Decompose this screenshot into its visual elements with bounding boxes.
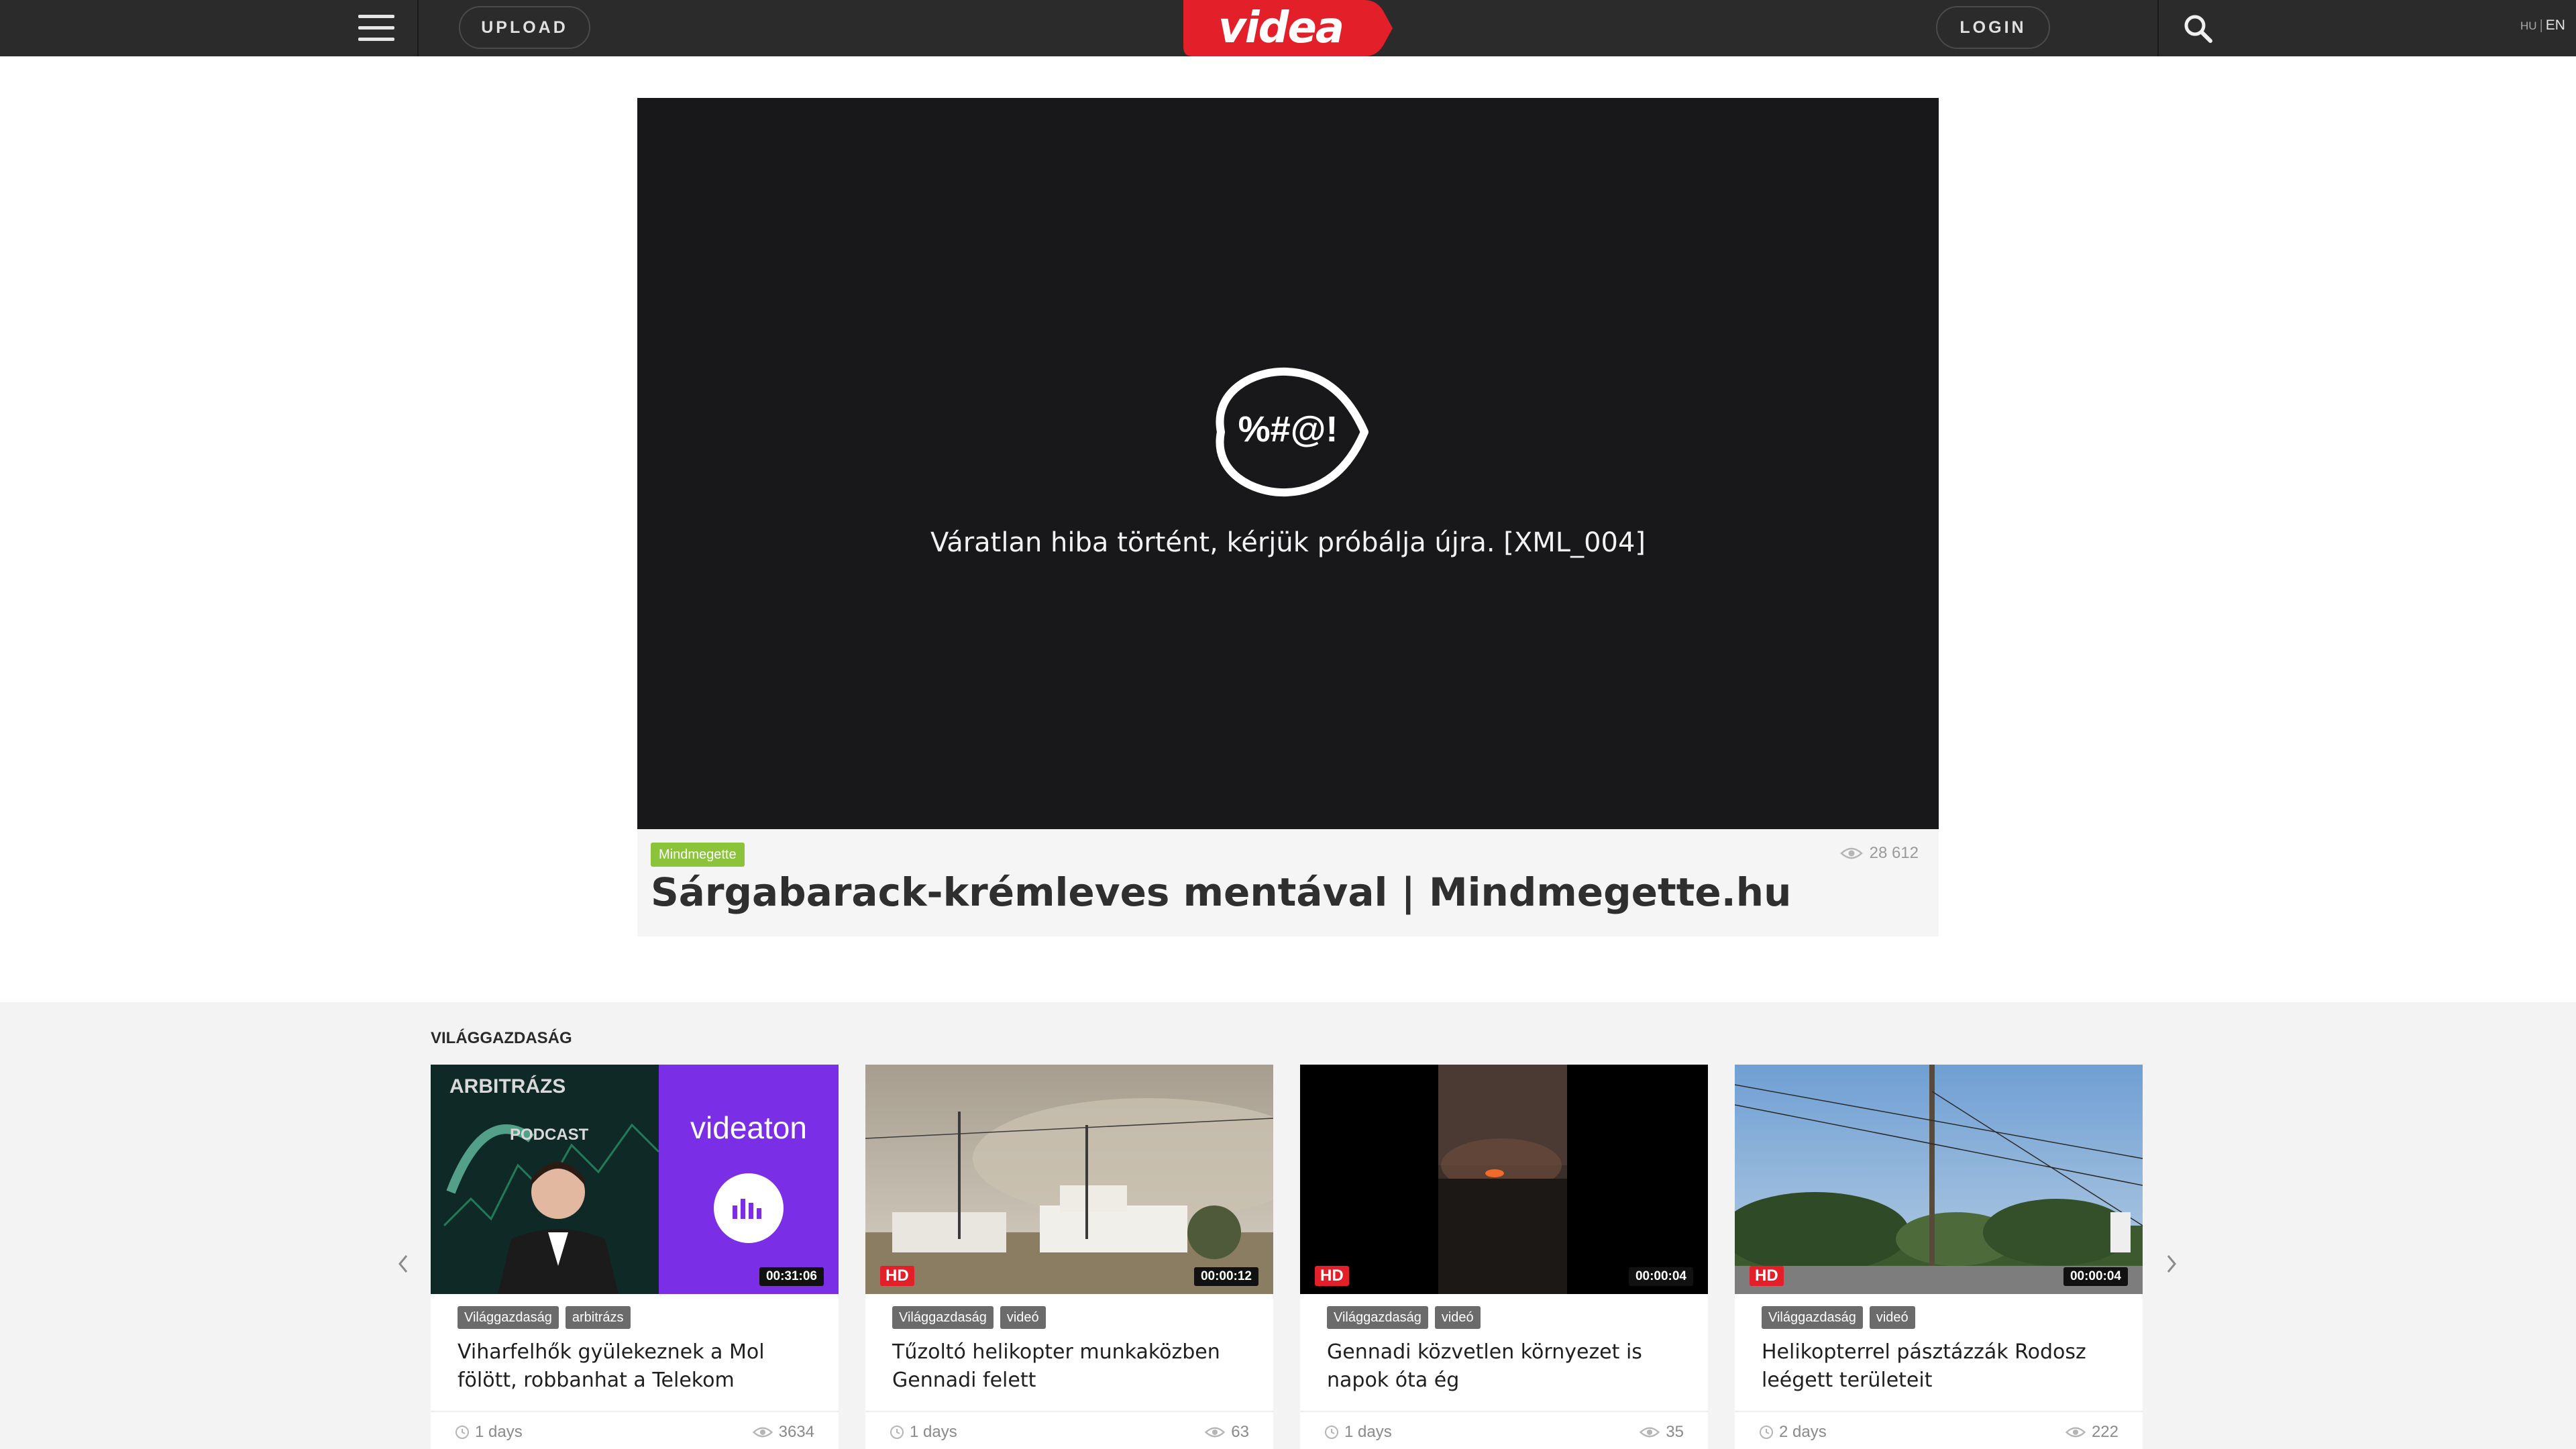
video-card[interactable]: HD 00:00:12 Világgazdaság videó Tűzoltó … <box>865 1065 1273 1449</box>
tag-chip[interactable]: Világgazdaság <box>1327 1306 1428 1329</box>
upload-age-value: 1 days <box>475 1423 523 1441</box>
tag-list: Világgazdaság videó <box>1327 1306 1481 1329</box>
tag-chip[interactable]: Világgazdaság <box>892 1306 994 1329</box>
category-badge[interactable]: Mindmegette <box>651 843 745 867</box>
top-navigation-bar: UPLOAD videa LOGIN HU | EN <box>0 0 2576 56</box>
card-title-link[interactable]: Helikopterrel pásztázzák Rodosz leégett … <box>1762 1338 2124 1395</box>
card-view-count: 3634 <box>752 1423 814 1442</box>
eye-icon <box>1640 1427 1660 1438</box>
header-divider <box>417 0 419 56</box>
card-view-count-value: 63 <box>1231 1423 1249 1441</box>
card-view-count: 63 <box>1204 1423 1249 1442</box>
header-divider <box>2157 0 2159 56</box>
card-view-count-value: 35 <box>1666 1423 1684 1441</box>
eye-icon <box>752 1427 773 1438</box>
upload-age: 1 days <box>1324 1423 1392 1442</box>
clock-icon <box>1760 1426 1773 1439</box>
language-en-link[interactable]: EN <box>2546 17 2565 34</box>
carousel-next-icon[interactable] <box>2161 1250 2182 1277</box>
upload-age-value: 2 days <box>1779 1423 1827 1441</box>
eye-icon <box>2065 1427 2086 1438</box>
tag-list: Világgazdaság videó <box>892 1306 1046 1329</box>
related-videos-section: VILÁGGAZDASÁG ARBITRÁZS PODCAST videaton <box>0 1002 2576 1449</box>
hamburger-menu-icon[interactable] <box>358 13 394 43</box>
tag-chip[interactable]: Világgazdaság <box>458 1306 559 1329</box>
login-button[interactable]: LOGIN <box>1936 6 2050 49</box>
thumb-title-line2: PODCAST <box>510 1126 589 1144</box>
video-card[interactable]: ARBITRÁZS PODCAST videaton 00:31:06 Vilá… <box>431 1065 839 1449</box>
video-info-bar: Mindmegette 28 612 Sárgabarack-krémleves… <box>637 829 1939 936</box>
thumb-brand: videaton <box>690 1110 807 1145</box>
section-title: VILÁGGAZDASÁG <box>431 1029 572 1047</box>
duration-badge: 00:00:12 <box>1193 1267 1258 1286</box>
error-speech-bubble-icon: %#@! <box>1206 365 1370 499</box>
carousel-prev-icon[interactable] <box>393 1250 413 1277</box>
logo-text: videa <box>1218 3 1344 53</box>
card-footer: 1 days 3634 <box>431 1411 839 1449</box>
card-view-count-value: 222 <box>2091 1423 2118 1441</box>
upload-button[interactable]: UPLOAD <box>459 6 590 49</box>
hd-badge: HD <box>880 1266 914 1286</box>
language-separator: | <box>2539 18 2543 33</box>
video-thumbnail[interactable] <box>1300 1065 1708 1294</box>
language-hu-link[interactable]: HU <box>2520 19 2537 33</box>
card-view-count: 222 <box>2065 1423 2118 1442</box>
hd-badge: HD <box>1750 1266 1784 1286</box>
view-count: 28 612 <box>1839 844 1919 863</box>
duration-badge: 00:00:04 <box>1628 1267 1693 1286</box>
card-footer: 1 days 35 <box>1300 1411 1708 1449</box>
upload-age: 1 days <box>890 1423 957 1442</box>
tag-chip[interactable]: videó <box>1000 1306 1046 1329</box>
eye-icon <box>1839 847 1863 859</box>
eye-icon <box>1205 1427 1226 1438</box>
video-thumbnail[interactable] <box>1735 1065 2143 1294</box>
view-count-value: 28 612 <box>1869 844 1919 862</box>
video-player[interactable]: %#@! Váratlan hiba történt, kérjük próbá… <box>637 98 1939 829</box>
clock-icon <box>890 1426 904 1439</box>
tag-chip[interactable]: videó <box>1434 1306 1481 1329</box>
error-glyph: %#@! <box>1238 409 1338 449</box>
upload-age-value: 1 days <box>1344 1423 1392 1441</box>
tag-chip[interactable]: videó <box>1869 1306 1915 1329</box>
card-footer: 1 days 63 <box>865 1411 1273 1449</box>
card-view-count: 35 <box>1639 1423 1684 1442</box>
clock-icon <box>1325 1426 1338 1439</box>
upload-age: 2 days <box>1759 1423 1827 1442</box>
video-thumbnail[interactable]: ARBITRÁZS PODCAST videaton <box>431 1065 839 1294</box>
hd-badge: HD <box>1315 1266 1349 1286</box>
tag-chip[interactable]: Világgazdaság <box>1762 1306 1863 1329</box>
video-card[interactable]: HD 00:00:04 Világgazdaság videó Helikopt… <box>1735 1065 2143 1449</box>
tag-chip[interactable]: arbitrázs <box>565 1306 631 1329</box>
card-footer: 2 days 222 <box>1735 1411 2143 1449</box>
thumb-title-line1: ARBITRÁZS <box>449 1075 566 1097</box>
language-switcher: HU | EN <box>2520 17 2565 34</box>
upload-age-value: 1 days <box>910 1423 957 1441</box>
card-title-link[interactable]: Tűzoltó helikopter munkaközben Gennadi f… <box>892 1338 1254 1395</box>
upload-age: 1 days <box>455 1423 523 1442</box>
player-error-message: Váratlan hiba történt, kérjük próbálja ú… <box>930 527 1646 558</box>
video-thumbnail[interactable] <box>865 1065 1273 1294</box>
card-view-count-value: 3634 <box>778 1423 814 1441</box>
video-card[interactable]: HD 00:00:04 Világgazdaság videó Gennadi … <box>1300 1065 1708 1449</box>
video-title: Sárgabarack-krémleves mentával | Mindmeg… <box>651 869 1792 915</box>
tag-list: Világgazdaság arbitrázs <box>458 1306 631 1329</box>
card-title-link[interactable]: Gennadi közvetlen környezet is napok óta… <box>1327 1338 1689 1395</box>
search-icon[interactable] <box>2182 12 2215 46</box>
duration-badge: 00:31:06 <box>759 1267 824 1286</box>
card-title-link[interactable]: Viharfelhők gyülekeznek a Mol fölött, ro… <box>458 1338 820 1395</box>
videa-logo[interactable]: videa <box>1183 0 1393 56</box>
clock-icon <box>455 1426 469 1439</box>
duration-badge: 00:00:04 <box>2063 1267 2128 1286</box>
tag-list: Világgazdaság videó <box>1762 1306 1915 1329</box>
